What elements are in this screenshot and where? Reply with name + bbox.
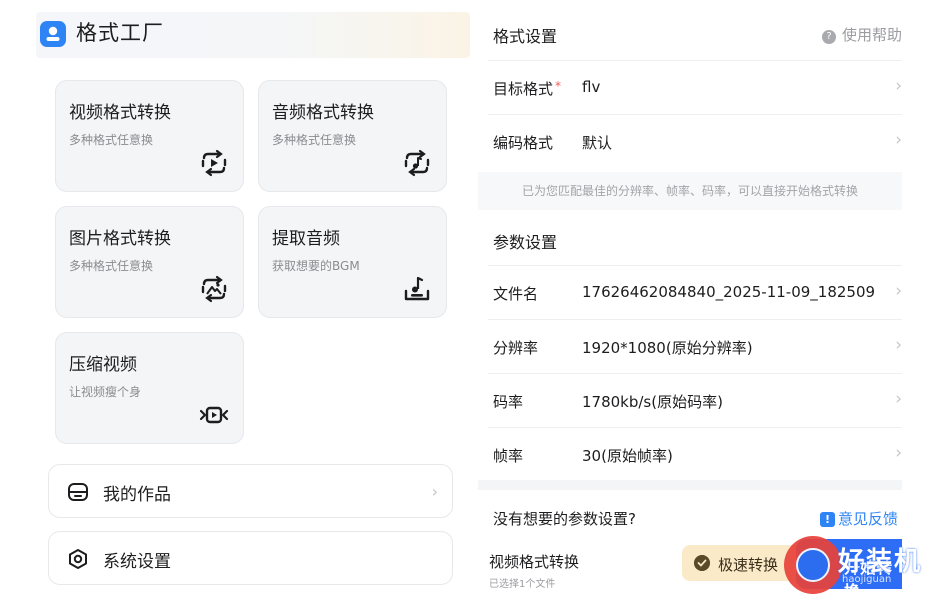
right-panel: 格式设置 ? 使用帮助 目标格式 * flv › 编码格式 默认 › 已为您匹配最佳… [478,0,944,601]
tool-card-subtitle: 获取想要的BGM [272,259,360,273]
system-settings-button[interactable]: 系统设置 [48,531,453,585]
divider [488,60,902,61]
fast-convert-button[interactable]: 极速转换 [682,545,800,581]
format-hint: 已为您匹配最佳的分辨率、帧率、码率，可以直接开始格式转换 [478,172,902,210]
settings-icon [69,549,87,569]
divider [488,373,902,374]
feedback-link[interactable]: ! 意见反馈 [819,508,898,529]
chevron-right-icon: › [895,335,902,355]
tool-card-subtitle: 多种格式任意换 [272,133,357,147]
chevron-right-icon: › [895,130,902,150]
filename-value: 17626462084840_2025-11-09_182509 [582,283,876,301]
tool-card-title: 视频格式转换 [69,103,171,123]
target-format-label: 目标格式 * [493,79,562,98]
tool-card-audio-convert[interactable]: 音频格式转换 多种格式任意换 [258,80,447,192]
watermark-text: 好装机 [838,547,923,577]
bitrate-row[interactable]: 码率 1780kb/s(原始码率) › [493,375,902,427]
tool-card-compress-video[interactable]: 压缩视频 让视频瘦个身 [55,332,244,444]
divider [488,427,902,428]
my-works-label: 我的作品 [103,485,171,505]
user-icon [40,21,66,47]
tool-card-video-convert[interactable]: 视频格式转换 多种格式任意换 [55,80,244,192]
divider [488,319,902,320]
chevron-right-icon: › [895,281,902,301]
tool-card-title: 压缩视频 [69,355,137,375]
tool-card-extract-audio[interactable]: 提取音频 获取想要的BGM [258,206,447,318]
codec-format-value: 默认 [582,134,613,152]
required-mark: * [555,79,562,93]
tool-card-title: 图片格式转换 [69,229,171,249]
selected-file-count: 已选择1个文件 [489,579,556,590]
divider [488,265,902,266]
left-panel: 格式工厂 视频格式转换 多种格式任意换 音频格式转换 多种格式任意换 图片格式转… [0,0,470,594]
codec-format-label: 编码格式 [493,134,554,152]
app-title: 格式工厂 [76,21,164,45]
check-circle-icon [694,555,710,571]
help-link[interactable]: ? 使用帮助 [821,24,902,45]
system-settings-label: 系统设置 [103,552,171,572]
compress-video-icon [199,406,229,424]
param-settings-title: 参数设置 [493,233,558,252]
divider [488,114,902,115]
tool-card-subtitle: 多种格式任意换 [69,133,154,147]
bitrate-label: 码率 [493,393,524,411]
tool-card-image-convert[interactable]: 图片格式转换 多种格式任意换 [55,206,244,318]
filename-label: 文件名 [493,285,539,303]
tool-card-title: 音频格式转换 [272,103,374,123]
tool-card-subtitle: 让视频瘦个身 [69,385,142,399]
section-separator [478,480,902,490]
target-format-value: flv [582,78,601,96]
framerate-label: 帧率 [493,447,524,465]
help-icon: ? [821,30,836,44]
framerate-row[interactable]: 帧率 30(原始帧率) › [493,429,902,481]
watermark-inner-icon [796,548,830,582]
codec-format-row[interactable]: 编码格式 默认 › [493,116,902,168]
format-settings-title: 格式设置 [493,27,558,46]
my-works-button[interactable]: 我的作品 › [48,464,453,518]
chevron-right-icon: › [895,389,902,409]
feedback-icon: ! [819,512,835,527]
bitrate-value: 1780kb/s(原始码率) [582,393,723,411]
selected-task-title: 视频格式转换 [489,553,580,571]
watermark-logo-icon [784,536,842,594]
tool-card-subtitle: 多种格式任意换 [69,259,154,273]
album-icon [68,483,88,501]
resolution-row[interactable]: 分辨率 1920*1080(原始分辨率) › [493,321,902,373]
target-format-row[interactable]: 目标格式 * flv › [493,62,902,114]
video-convert-icon [201,149,227,177]
filename-row[interactable]: 文件名 17626462084840_2025-11-09_182509 › [493,267,902,319]
audio-convert-icon [404,149,430,177]
watermark-subtext: haojiguan [842,574,892,585]
fast-convert-label: 极速转换 [718,556,779,574]
resolution-label: 分辨率 [493,339,539,357]
framerate-value: 30(原始帧率) [582,447,673,465]
chevron-right-icon: › [895,76,902,96]
extract-audio-icon [404,276,430,301]
tool-card-title: 提取音频 [272,229,340,249]
image-convert-icon [201,275,227,303]
chevron-right-icon: › [895,443,902,463]
feedback-question: 没有想要的参数设置? [493,510,636,528]
help-label: 使用帮助 [841,26,902,44]
feedback-label: 意见反馈 [837,510,898,528]
chevron-right-icon: › [431,482,438,501]
resolution-value: 1920*1080(原始分辨率) [582,339,753,357]
